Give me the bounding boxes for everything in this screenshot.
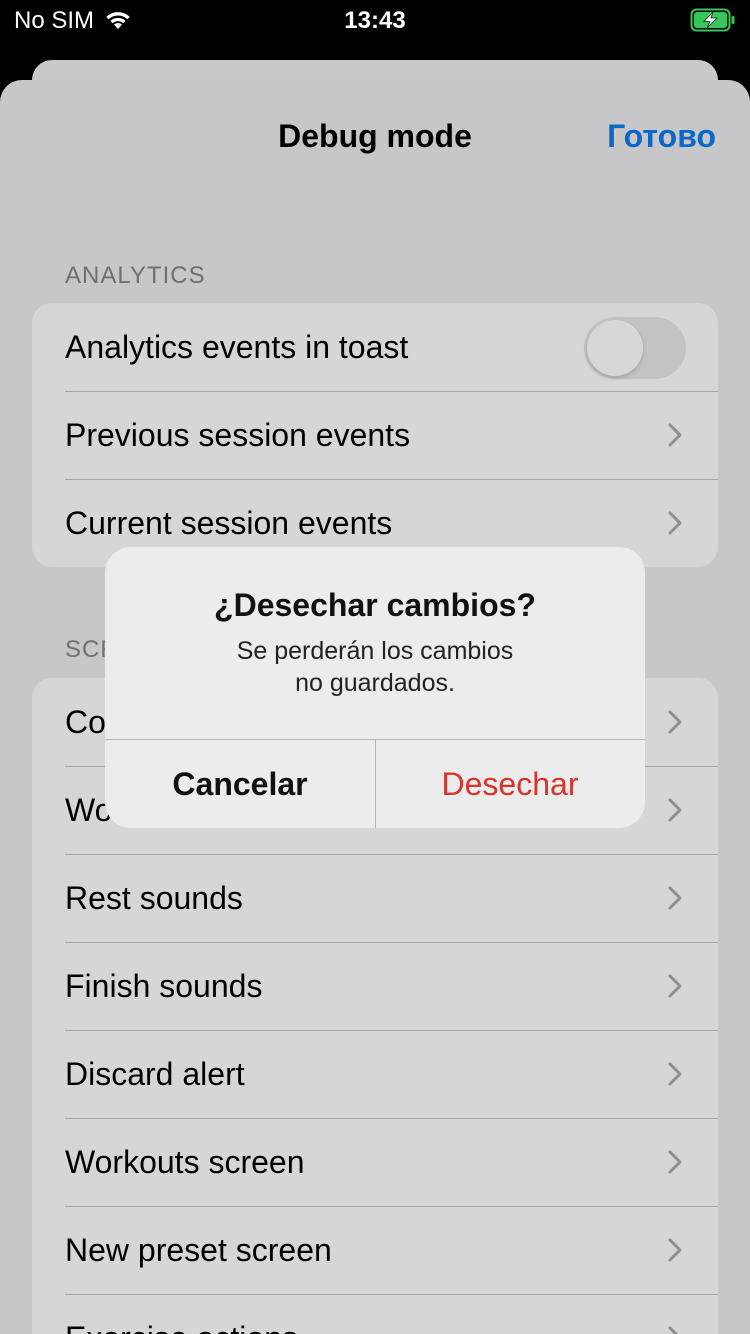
chevron-right-icon (668, 1326, 679, 1334)
alert-message-line: Se perderán los cambios (236, 637, 514, 665)
analytics-toast-toggle[interactable] (584, 317, 686, 379)
row-label: Exercise actions (65, 1320, 298, 1334)
chevron-right-icon (668, 710, 682, 734)
new-preset-screen-row[interactable]: New preset screen (32, 1206, 718, 1294)
battery-charging-icon (690, 8, 738, 37)
row-label: Workouts screen (65, 1144, 305, 1180)
previous-session-events-row[interactable]: Previous session events (32, 391, 718, 479)
chevron-right-icon (668, 1062, 682, 1086)
chevron-right-icon (668, 974, 682, 998)
cancel-button[interactable]: Cancelar (105, 740, 375, 828)
chevron-right-icon (668, 1150, 682, 1174)
alert-title: ¿Desechar cambios? (214, 587, 536, 623)
discard-button[interactable]: Desechar (375, 740, 645, 828)
clock: 13:43 (344, 7, 406, 34)
toggle-knob (587, 320, 643, 376)
workouts-screen-row[interactable]: Workouts screen (32, 1118, 718, 1206)
row-label: Rest sounds (65, 880, 243, 916)
alert-message: Se perderán los cambios no guardados. (165, 635, 585, 699)
row-label: Discard alert (65, 1056, 245, 1092)
row-label: New preset screen (65, 1232, 332, 1268)
exercise-actions-row[interactable]: Exercise actions (32, 1294, 718, 1334)
alert-message-line: no guardados. (295, 669, 455, 697)
row-label: Analytics events in toast (65, 329, 409, 365)
done-button[interactable]: Готово (607, 118, 716, 155)
row-label: Finish sounds (65, 968, 263, 1004)
finish-sounds-row[interactable]: Finish sounds (32, 942, 718, 1030)
row-label: Current session events (65, 505, 393, 541)
analytics-toast-row: Analytics events in toast (32, 303, 718, 391)
section-header-analytics: ANALYTICS (65, 262, 206, 289)
analytics-group: Analytics events in toast Previous sessi… (32, 303, 718, 567)
chevron-right-icon (668, 886, 682, 910)
chevron-right-icon (668, 798, 682, 822)
chevron-right-icon (668, 1238, 682, 1262)
rest-sounds-row[interactable]: Rest sounds (32, 854, 718, 942)
row-label: Co (65, 704, 106, 740)
chevron-right-icon (668, 511, 682, 535)
chevron-right-icon (668, 423, 682, 447)
row-label: Previous session events (65, 417, 411, 453)
status-bar: No SIM 13:43 (0, 0, 750, 40)
discard-changes-alert: ¿Desechar cambios? Se perderán los cambi… (105, 547, 645, 828)
discard-alert-row[interactable]: Discard alert (32, 1030, 718, 1118)
